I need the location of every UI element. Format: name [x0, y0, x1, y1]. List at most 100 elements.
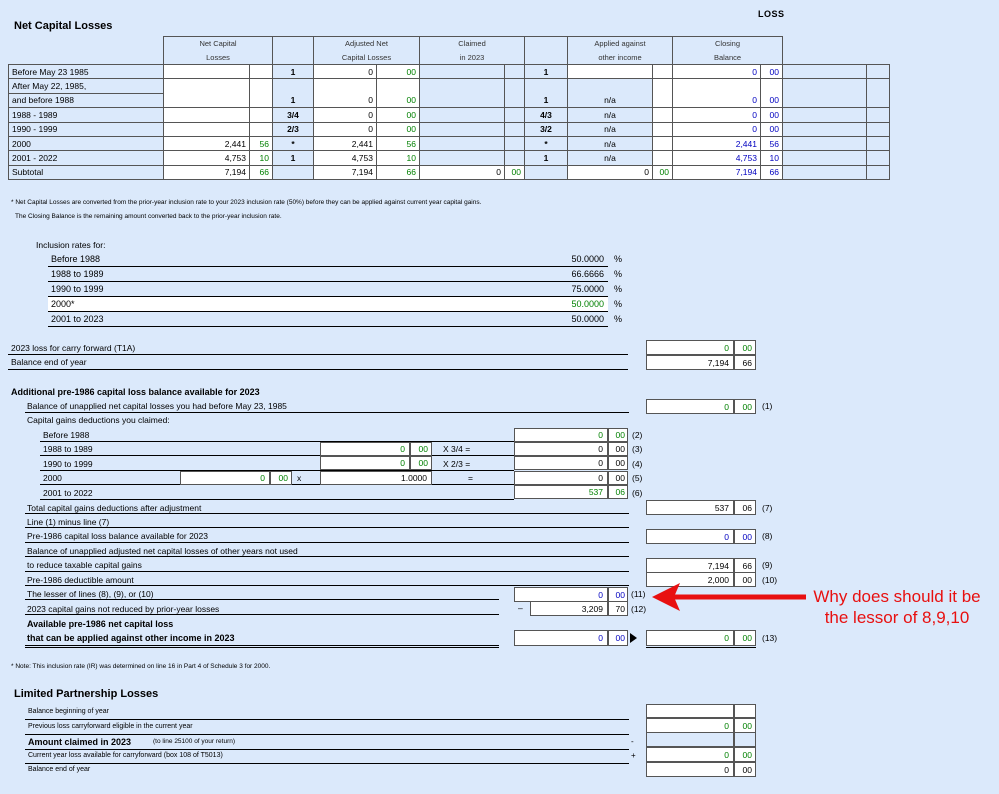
- lp-previous-amount[interactable]: 0: [646, 718, 734, 733]
- closing-cents: [760, 78, 783, 94]
- line2-amount[interactable]: 0: [514, 428, 608, 442]
- net-capital-cents[interactable]: 10: [249, 150, 273, 166]
- lp-current-cents[interactable]: 00: [734, 747, 756, 762]
- col-header-applied-2: other income: [567, 50, 673, 65]
- col-header-closing-2: Balance: [672, 50, 783, 65]
- col-header-claimed: Claimed: [419, 36, 525, 51]
- closing-cents: 00: [760, 107, 783, 123]
- applied-amount: [567, 63, 653, 80]
- closing-cents: 66: [760, 164, 783, 181]
- line9-amount: 7,194: [646, 558, 734, 573]
- line11-amount: 0: [514, 587, 608, 602]
- lp-current-amount[interactable]: 0: [646, 747, 734, 762]
- adjusted-cents: [376, 78, 420, 94]
- claimed-amount: 0: [419, 164, 505, 181]
- net-capital-cents[interactable]: [249, 63, 273, 80]
- inclusion-value-2000[interactable]: 50.0000: [538, 299, 604, 309]
- net-capital-cents[interactable]: 56: [249, 135, 273, 152]
- ded-1988-label: 1988 to 1989: [43, 444, 93, 454]
- applied-amount: n/a: [567, 150, 653, 166]
- applied-amount: n/a: [567, 135, 653, 152]
- line1-minus-line7-label: Line (1) minus line (7): [27, 517, 110, 527]
- lp-begin-amount[interactable]: [646, 704, 734, 718]
- pct-sign: %: [614, 299, 623, 309]
- lp-previous-cents[interactable]: 00: [734, 718, 756, 733]
- claimed-cents: [504, 121, 525, 137]
- ded-1990-cents[interactable]: 00: [410, 456, 432, 470]
- net-capital-amount[interactable]: [163, 63, 250, 80]
- ded-1988-cents[interactable]: 00: [410, 442, 432, 456]
- lp-begin-cents[interactable]: [734, 704, 756, 718]
- closing-amount: 4,753: [672, 150, 761, 166]
- inclusion-value: 50.0000: [571, 254, 604, 264]
- applied-cents: [652, 135, 673, 152]
- ded-2000-cents[interactable]: 00: [270, 471, 292, 485]
- balance-end-cents: 66: [734, 355, 756, 370]
- claimed-amount: [419, 107, 505, 123]
- net-capital-amount[interactable]: [163, 121, 250, 137]
- claimed-cents: [504, 107, 525, 123]
- adjusted-amount: 0: [313, 121, 377, 137]
- applied-cents: [652, 107, 673, 123]
- line6-amount[interactable]: 537: [514, 485, 608, 499]
- net-capital-amount[interactable]: [163, 78, 250, 94]
- line6-cents[interactable]: 06: [608, 485, 628, 499]
- table-cell: [866, 121, 890, 137]
- carry-forward-amount[interactable]: 0: [646, 340, 734, 355]
- applied-amount: n/a: [567, 93, 653, 109]
- adjusted-amount: 0: [313, 63, 377, 80]
- net-capital-amount[interactable]: 7,194: [163, 164, 250, 181]
- net-capital-cents[interactable]: [249, 121, 273, 137]
- closing-amount: 0: [672, 107, 761, 123]
- adjusted-amount: 7,194: [313, 164, 377, 181]
- line1-cents[interactable]: 00: [734, 399, 756, 414]
- line2-cents[interactable]: 00: [608, 428, 628, 442]
- row-label: 2001 - 2022: [8, 150, 164, 166]
- lp-claimed-cents[interactable]: [734, 733, 756, 747]
- adjusted-amount: 0: [313, 93, 377, 109]
- adjusted-cents: 00: [376, 63, 420, 80]
- note-conversion: * Net Capital Losses are converted from …: [11, 199, 482, 206]
- row-label: 2000: [8, 135, 164, 152]
- net-capital-amount[interactable]: 2,441: [163, 135, 250, 152]
- line12-cents: 70: [608, 601, 628, 616]
- lp-claimed-amount[interactable]: [646, 733, 734, 747]
- pct-sign: %: [614, 284, 623, 294]
- closing-amount: [672, 78, 761, 94]
- ded-2000-amount[interactable]: 0: [180, 471, 270, 485]
- net-capital-amount[interactable]: 4,753: [163, 150, 250, 166]
- claimed-cents: [504, 93, 525, 109]
- net-capital-cents[interactable]: [249, 93, 273, 109]
- table-cell: [866, 93, 890, 109]
- net-capital-cents[interactable]: [249, 107, 273, 123]
- table-row: 2001 - 2022 4,753 10 1 4,753 10 1 n/a 4,753 10: [8, 150, 890, 166]
- inclusion-value: 75.0000: [571, 284, 604, 294]
- claimed-amount: [419, 93, 505, 109]
- adjusted-cents: 00: [376, 121, 420, 137]
- minus-sign: -: [631, 737, 634, 746]
- table-cell: [782, 150, 867, 166]
- ded-1988-amount[interactable]: 0: [320, 442, 410, 456]
- factor: *: [272, 135, 314, 152]
- balance-end-amount: 7,194: [646, 355, 734, 370]
- net-capital-cents[interactable]: [249, 78, 273, 94]
- factor-2: 1: [524, 93, 568, 109]
- carry-forward-cents[interactable]: 00: [734, 340, 756, 355]
- pct-sign: %: [614, 254, 623, 264]
- net-capital-amount[interactable]: [163, 93, 250, 109]
- net-capital-cents[interactable]: 66: [249, 164, 273, 181]
- pct-sign: %: [614, 314, 623, 324]
- gains-label: 2023 capital gains not reduced by prior-…: [27, 604, 220, 614]
- net-capital-amount[interactable]: [163, 107, 250, 123]
- ded-1990-amount[interactable]: 0: [320, 456, 410, 470]
- net-capital-losses-table: Net Capital Adjusted Net Claimed Applied…: [8, 36, 890, 181]
- lp-row-label: Balance beginning of year: [28, 708, 109, 715]
- line1-amount[interactable]: 0: [646, 399, 734, 414]
- lp-end-amount: 0: [646, 762, 734, 777]
- ded-2000-rate: 1.0000: [320, 471, 432, 485]
- applied-cents: [652, 150, 673, 166]
- total-deductions-label: Total capital gains deductions after adj…: [27, 503, 202, 513]
- line-number: (3): [632, 444, 643, 454]
- line13-cents: 00: [734, 630, 756, 646]
- line13-inner-amount: 0: [514, 630, 608, 646]
